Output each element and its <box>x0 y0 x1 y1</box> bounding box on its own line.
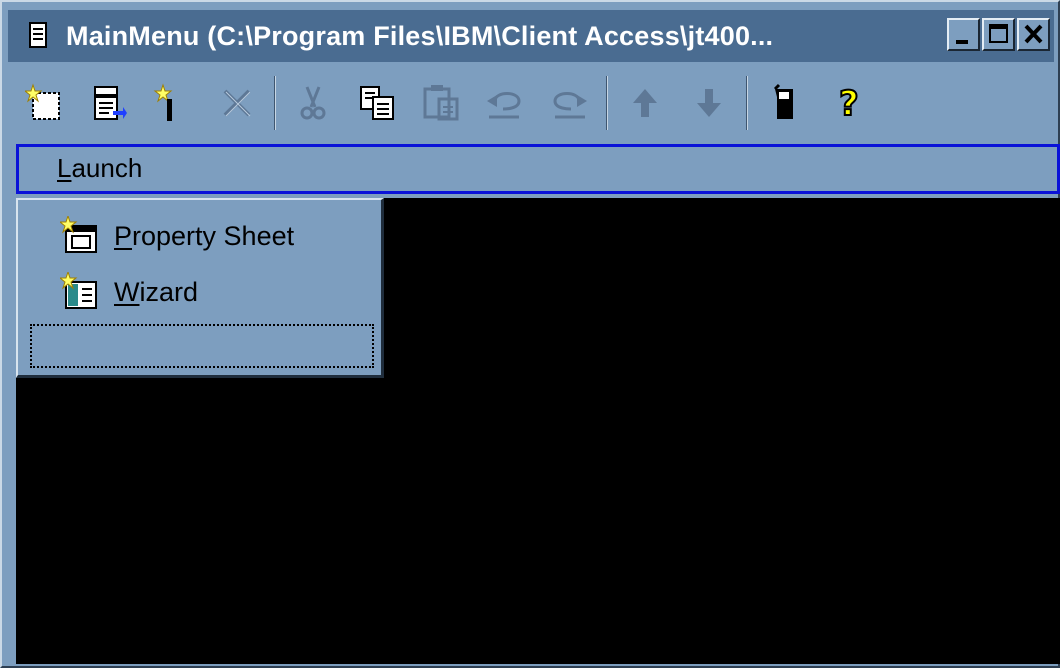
new-icon <box>25 83 60 120</box>
undo-button[interactable] <box>478 72 532 134</box>
properties-icon <box>94 86 127 120</box>
wand-button[interactable] <box>146 72 200 134</box>
save-icon <box>773 83 793 119</box>
menu-item-property-sheet[interactable]: Property Sheet <box>60 212 294 260</box>
launch-label: aunch <box>71 153 143 183</box>
undo-icon <box>487 92 521 119</box>
new-button[interactable] <box>18 72 72 134</box>
redo-icon <box>553 92 587 119</box>
save-button[interactable] <box>758 72 812 134</box>
properties-button[interactable] <box>82 72 136 134</box>
launch-menu[interactable]: Launch <box>57 153 142 184</box>
launch-mnemonic: L <box>57 153 72 183</box>
close-button[interactable] <box>1017 18 1050 51</box>
toolbar-separator <box>606 76 608 130</box>
empty-menu-item[interactable] <box>30 324 374 368</box>
property-sheet-label: roperty Sheet <box>132 220 295 251</box>
help-icon: ? <box>838 83 860 123</box>
toolbar: ? <box>8 68 1054 138</box>
move-down-button[interactable] <box>682 72 736 134</box>
svg-text:?: ? <box>839 84 859 123</box>
wizard-label: izard <box>139 276 199 307</box>
toolbar-separator <box>274 76 276 130</box>
copy-icon <box>360 86 394 120</box>
minimize-button[interactable] <box>947 18 980 51</box>
app-icon[interactable] <box>24 21 54 51</box>
maximize-button[interactable] <box>982 18 1015 51</box>
menu-bar: Launch <box>16 144 1060 194</box>
wand-icon <box>153 83 173 121</box>
property-sheet-mnemonic: P <box>114 220 133 251</box>
move-up-icon <box>633 89 657 117</box>
close-icon <box>1024 24 1043 44</box>
paste-icon <box>423 85 459 121</box>
paste-button[interactable] <box>414 72 468 134</box>
cut-icon <box>300 86 326 120</box>
redo-button[interactable] <box>542 72 596 134</box>
cut-button[interactable] <box>286 72 340 134</box>
launch-dropdown: Property Sheet Wizard <box>16 198 384 378</box>
minimize-icon <box>956 40 968 44</box>
help-button[interactable]: ? <box>822 72 876 134</box>
menu-item-wizard[interactable]: Wizard <box>60 268 198 316</box>
maximize-icon <box>989 24 1008 43</box>
main-window: MainMenu (C:\Program Files\IBM\Client Ac… <box>0 0 1060 668</box>
title-bar[interactable]: MainMenu (C:\Program Files\IBM\Client Ac… <box>8 10 1054 62</box>
move-down-icon <box>697 89 721 117</box>
property-sheet-icon <box>60 216 100 256</box>
move-up-button[interactable] <box>618 72 672 134</box>
delete-button[interactable] <box>210 72 264 134</box>
wizard-icon <box>60 272 100 312</box>
copy-button[interactable] <box>350 72 404 134</box>
wizard-mnemonic: W <box>114 276 140 307</box>
window-title: MainMenu (C:\Program Files\IBM\Client Ac… <box>66 20 774 51</box>
delete-icon <box>223 89 251 117</box>
toolbar-separator <box>746 76 748 130</box>
window-controls <box>947 18 1050 51</box>
